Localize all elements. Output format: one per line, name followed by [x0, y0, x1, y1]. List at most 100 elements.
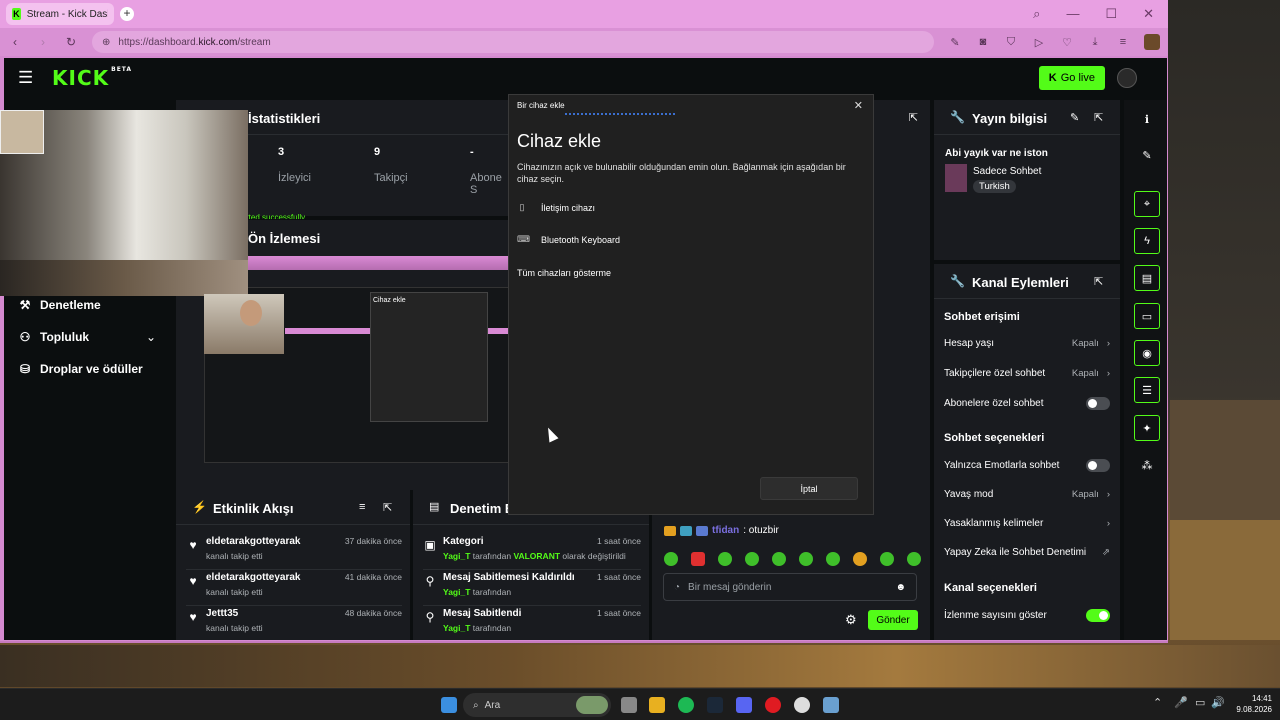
reload-icon[interactable]: ↻: [64, 35, 78, 49]
moderation-item[interactable]: ▣ Kategori Yagi_T tarafından VALORANT olar…: [423, 534, 641, 570]
nav-droplar[interactable]: ⛁ Droplar ve ödüller: [18, 362, 143, 376]
taskbar-search[interactable]: ⌕ Ara: [463, 693, 611, 717]
heart-icon[interactable]: ♡: [1060, 36, 1074, 49]
cancel-button[interactable]: İptal: [760, 477, 858, 500]
scan-icon[interactable]: ⌖: [1134, 191, 1160, 217]
emote-icon[interactable]: [718, 552, 732, 566]
nav-denetleme[interactable]: ⚒ Denetleme: [18, 298, 101, 312]
unpin-icon: ⚲: [425, 574, 435, 588]
hamburger-menu-icon[interactable]: ☰: [18, 68, 38, 88]
activity-item[interactable]: ♥ eldetarakgotteyarak kanalı takip etti 41 …: [186, 570, 402, 606]
camera-icon[interactable]: ◙: [976, 36, 990, 48]
chevron-right-icon: ›: [1106, 518, 1110, 529]
category-name[interactable]: Sadece Sohbet: [973, 166, 1041, 177]
chat-username[interactable]: tfidan: [712, 525, 739, 536]
discord-icon[interactable]: [736, 697, 752, 713]
document-icon[interactable]: ▤: [1134, 265, 1160, 291]
filter-icon[interactable]: ≡: [359, 501, 365, 513]
popout-icon[interactable]: ⇱: [383, 501, 392, 514]
chat-bubble-icon[interactable]: ▭: [1134, 303, 1160, 329]
download-icon[interactable]: ⤓: [1088, 36, 1102, 49]
wrench-icon[interactable]: ✦: [1134, 415, 1160, 441]
ai-moderation-row[interactable]: Yapay Zeka ile Sohbet Denetimi ⇗: [944, 547, 1110, 558]
menu-icon[interactable]: ≡: [1116, 36, 1130, 48]
windows-start-icon[interactable]: [441, 697, 457, 713]
edit-icon[interactable]: ✎: [1070, 111, 1079, 124]
broadcast-icon[interactable]: ◉: [1134, 340, 1160, 366]
followers-only-row[interactable]: Takipçilere özel sohbet Kapalı ›: [944, 368, 1110, 379]
forward-icon[interactable]: ›: [36, 35, 50, 49]
tab-title: Stream - Kick Dashboard: [26, 8, 108, 20]
info-icon[interactable]: ℹ: [1134, 106, 1160, 132]
emote-icon[interactable]: [826, 552, 840, 566]
device-item[interactable]: ▯ İletişim cihazı: [517, 202, 596, 213]
settings-gear-icon[interactable]: ⚙: [845, 612, 857, 628]
subscribers-only-toggle[interactable]: [1086, 397, 1110, 410]
browser-tab[interactable]: K Stream - Kick Dashboard: [6, 3, 114, 25]
back-icon[interactable]: ‹: [8, 35, 22, 49]
play-icon[interactable]: ▷: [1032, 36, 1046, 49]
emotes-only-toggle[interactable]: [1086, 459, 1110, 472]
url-field[interactable]: ⊕ https://dashboard. kick.com/stream: [92, 31, 934, 53]
emote-icon[interactable]: [799, 552, 813, 566]
emote-icon[interactable]: [772, 552, 786, 566]
clock[interactable]: 14:41 9.08.2026: [1236, 693, 1272, 715]
emote-icon[interactable]: [907, 552, 921, 566]
apps-icon[interactable]: ⁂: [1134, 452, 1160, 478]
chevron-down-icon[interactable]: ⌄: [146, 330, 156, 344]
screenshot-icon[interactable]: ✎: [948, 36, 962, 49]
kick-logo[interactable]: KICK BETA: [52, 66, 132, 90]
steam-icon[interactable]: [707, 697, 723, 713]
emote-icon[interactable]: [745, 552, 759, 566]
shield-icon[interactable]: ⛉: [1004, 36, 1018, 49]
volume-icon[interactable]: 🔊: [1211, 696, 1225, 709]
go-live-button[interactable]: K Go live: [1038, 66, 1105, 90]
dialog-close-button[interactable]: ✕: [854, 99, 863, 112]
file-explorer-icon[interactable]: [649, 697, 665, 713]
emote-icon[interactable]: [664, 552, 678, 566]
network-icon[interactable]: ▭: [1195, 696, 1205, 709]
emote-icon[interactable]: [853, 552, 867, 566]
emote-icon[interactable]: [691, 552, 705, 566]
browser-search-icon[interactable]: ⌕: [1033, 6, 1040, 22]
emote-icon[interactable]: [880, 552, 894, 566]
banned-words-row[interactable]: Yasaklanmış kelimeler ›: [944, 518, 1110, 529]
emoji-icon[interactable]: ☻: [895, 582, 906, 593]
activity-item[interactable]: ♥ eldetarakgotteyarak kanalı takip etti 37 …: [186, 534, 402, 570]
new-tab-button[interactable]: +: [120, 7, 134, 21]
profile-avatar[interactable]: [1144, 34, 1160, 50]
phone-icon: ▯: [519, 202, 525, 212]
minimize-button[interactable]: —: [1066, 6, 1079, 22]
maximize-button[interactable]: ☐: [1105, 6, 1117, 22]
account-age-row[interactable]: Hesap yaşı Kapalı ›: [944, 338, 1110, 349]
popout-icon[interactable]: ⇱: [1094, 111, 1103, 124]
pencil-icon[interactable]: ✎: [1134, 142, 1160, 168]
list-icon[interactable]: ☰: [1134, 377, 1160, 403]
moderation-item[interactable]: ⚲ Mesaj Sabitlemesi Kaldırıldı Yagi_T tara…: [423, 570, 641, 606]
url-path: /stream: [237, 36, 271, 48]
tray-chevron-up-icon[interactable]: ⌃: [1153, 696, 1162, 709]
popout-icon[interactable]: ⇱: [1094, 275, 1103, 288]
opera-icon[interactable]: [765, 697, 781, 713]
activity-item[interactable]: ♥ Jettt35 kanalı takip etti 48 dakika önce: [186, 606, 402, 640]
user-avatar[interactable]: [1117, 68, 1137, 88]
nav-topluluk[interactable]: ⚇ Topluluk: [18, 330, 90, 344]
close-button[interactable]: ✕: [1143, 6, 1154, 22]
bolt-icon[interactable]: ϟ: [1134, 228, 1160, 254]
obs-icon[interactable]: [794, 697, 810, 713]
microphone-icon[interactable]: 🎤: [1174, 696, 1188, 709]
settings-icon[interactable]: [823, 697, 839, 713]
badge-icon: [680, 525, 692, 536]
show-views-row: İzlenme sayısını göster: [944, 609, 1110, 622]
moderation-item[interactable]: ⚲ Mesaj Sabitlendi Yagi_T tarafından 1 saat…: [423, 606, 641, 640]
slow-mode-row[interactable]: Yavaş mod Kapalı ›: [944, 489, 1110, 500]
show-all-devices[interactable]: Tüm cihazları gösterme: [517, 268, 611, 278]
task-view-icon[interactable]: [621, 697, 637, 713]
show-views-toggle[interactable]: [1086, 609, 1110, 622]
send-button[interactable]: Gönder: [868, 610, 918, 630]
kick-header: ☰ KICK BETA K Go live: [4, 58, 1167, 98]
popout-icon[interactable]: ⇱: [909, 111, 918, 124]
chat-input[interactable]: ◔ Bir mesaj gönderin ☻: [663, 573, 917, 601]
spotify-icon[interactable]: [678, 697, 694, 713]
device-item[interactable]: ⌨ Bluetooth Keyboard: [517, 234, 620, 245]
